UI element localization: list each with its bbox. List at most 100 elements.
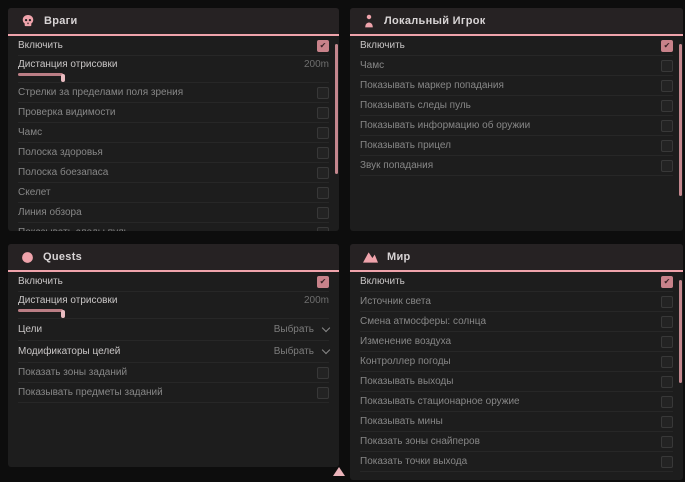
dropdown[interactable]: Выбрать <box>274 324 329 335</box>
setting-label: Полоска боезапаса <box>18 167 108 178</box>
world-mountain-icon <box>363 251 378 263</box>
scrollbar-thumb[interactable] <box>679 44 682 196</box>
setting-label: Показывать стационарное оружие <box>360 396 520 407</box>
cursor-triangle <box>333 467 345 476</box>
setting-label: Дистанция отрисовки <box>18 295 117 306</box>
panel-header: Враги <box>8 8 339 36</box>
setting-row: Показывать информацию об оружии <box>360 116 673 136</box>
setting-label: Контроллер погоды <box>360 356 451 367</box>
checkbox-unchecked[interactable] <box>317 167 329 179</box>
setting-label: Чамс <box>360 60 384 71</box>
check-icon: ✔ <box>664 278 671 286</box>
checkbox-unchecked[interactable] <box>661 80 673 92</box>
checkbox-unchecked[interactable] <box>661 416 673 428</box>
setting-row: Включить ✔ <box>18 272 329 292</box>
slider[interactable] <box>18 73 300 82</box>
setting-label: Показывать следы пуль <box>360 100 471 111</box>
panel-title: Враги <box>44 15 78 27</box>
setting-label: Цели <box>18 324 42 335</box>
panel-title: Локальный Игрок <box>384 15 486 27</box>
checkbox-unchecked[interactable] <box>317 227 329 232</box>
panel-header: Локальный Игрок <box>350 8 683 36</box>
checkbox-unchecked[interactable] <box>661 296 673 308</box>
panel-header: Мир <box>350 244 683 272</box>
setting-row: Включить ✔ <box>360 36 673 56</box>
setting-row: Показать точки выхода <box>360 452 673 472</box>
setting-label: Проверка видимости <box>18 107 116 118</box>
panel-header: Quests <box>8 244 339 272</box>
setting-row: Полоска здоровья <box>18 143 329 163</box>
checkbox-unchecked[interactable] <box>661 100 673 112</box>
setting-row: Чамс <box>360 56 673 76</box>
checkbox-checked[interactable]: ✔ <box>317 40 329 52</box>
setting-label: Показать зоны снайперов <box>360 436 480 447</box>
checkbox-unchecked[interactable] <box>661 160 673 172</box>
panel-title: Quests <box>43 251 82 263</box>
checkbox-unchecked[interactable] <box>661 356 673 368</box>
slider-row: Дистанция отрисовки 200m <box>18 56 329 83</box>
slider[interactable] <box>18 309 300 318</box>
checkbox-unchecked[interactable] <box>317 107 329 119</box>
slider-handle[interactable] <box>61 310 65 318</box>
dropdown[interactable]: Выбрать <box>274 346 329 357</box>
checkbox-unchecked[interactable] <box>317 147 329 159</box>
checkbox-unchecked[interactable] <box>661 316 673 328</box>
setting-label: Включить <box>18 40 63 51</box>
setting-label: Модификаторы целей <box>18 346 120 357</box>
checkbox-unchecked[interactable] <box>661 376 673 388</box>
checkbox-unchecked[interactable] <box>661 396 673 408</box>
checkbox-unchecked[interactable] <box>661 140 673 152</box>
scrollbar-thumb[interactable] <box>679 280 682 383</box>
checkbox-checked[interactable]: ✔ <box>661 40 673 52</box>
setting-label: Показать зоны заданий <box>18 367 127 378</box>
setting-label: Смена атмосферы: солнца <box>360 316 486 327</box>
setting-label: Чамс <box>18 127 42 138</box>
setting-label: Показывать информацию об оружии <box>360 120 530 131</box>
chevron-down-icon <box>322 324 330 332</box>
checkbox-checked[interactable]: ✔ <box>661 276 673 288</box>
check-icon: ✔ <box>664 42 671 50</box>
setting-row: Показывать мины <box>360 412 673 432</box>
setting-label: Звук попадания <box>360 160 433 171</box>
checkbox-unchecked[interactable] <box>317 187 329 199</box>
checkbox-checked[interactable]: ✔ <box>317 276 329 288</box>
slider-row: Дистанция отрисовки 200m <box>18 292 329 319</box>
setting-label: Показывать мины <box>360 416 443 427</box>
slider-value: 200m <box>304 59 329 70</box>
checkbox-unchecked[interactable] <box>661 60 673 72</box>
checkbox-unchecked[interactable] <box>661 456 673 468</box>
player-icon <box>363 14 375 28</box>
panel-local-player: Локальный Игрок Включить ✔ Чамс Показыва… <box>350 8 683 231</box>
checkbox-unchecked[interactable] <box>661 436 673 448</box>
setting-row: Включить ✔ <box>360 272 673 292</box>
slider-handle[interactable] <box>61 74 65 82</box>
setting-label: Включить <box>360 276 405 287</box>
checkbox-unchecked[interactable] <box>317 127 329 139</box>
checkbox-unchecked[interactable] <box>317 207 329 219</box>
scrollbar-thumb[interactable] <box>335 44 338 174</box>
panel-quests: Quests Включить ✔ Дистанция отрисовки 20… <box>8 244 339 467</box>
setting-row: Стрелки за пределами поля зрения <box>18 83 329 103</box>
setting-row: Показывать выходы <box>360 372 673 392</box>
setting-row: Показывать стационарное оружие <box>360 392 673 412</box>
quests-icon <box>21 251 34 264</box>
checkbox-unchecked[interactable] <box>317 387 329 399</box>
checkbox-unchecked[interactable] <box>661 120 673 132</box>
dropdown-value: Выбрать <box>274 324 314 335</box>
panel-title: Мир <box>387 251 411 263</box>
setting-row: Полоска боезапаса <box>18 163 329 183</box>
setting-row: Звук попадания <box>360 156 673 176</box>
setting-row: Показать зоны заданий <box>18 363 329 383</box>
checkbox-unchecked[interactable] <box>317 87 329 99</box>
setting-label: Показать точки выхода <box>360 456 467 467</box>
skull-icon <box>21 14 35 28</box>
check-icon: ✔ <box>320 42 327 50</box>
checkbox-unchecked[interactable] <box>317 367 329 379</box>
cheat-menu-screen: Враги Включить ✔ Дистанция отрисовки 200… <box>0 0 685 482</box>
setting-label: Показывать предметы заданий <box>18 387 163 398</box>
setting-label: Стрелки за пределами поля зрения <box>18 87 183 98</box>
dropdown-value: Выбрать <box>274 346 314 357</box>
setting-label: Включить <box>360 40 405 51</box>
panel-world: Мир Включить ✔ Источник света Смена атмо… <box>350 244 683 480</box>
checkbox-unchecked[interactable] <box>661 336 673 348</box>
